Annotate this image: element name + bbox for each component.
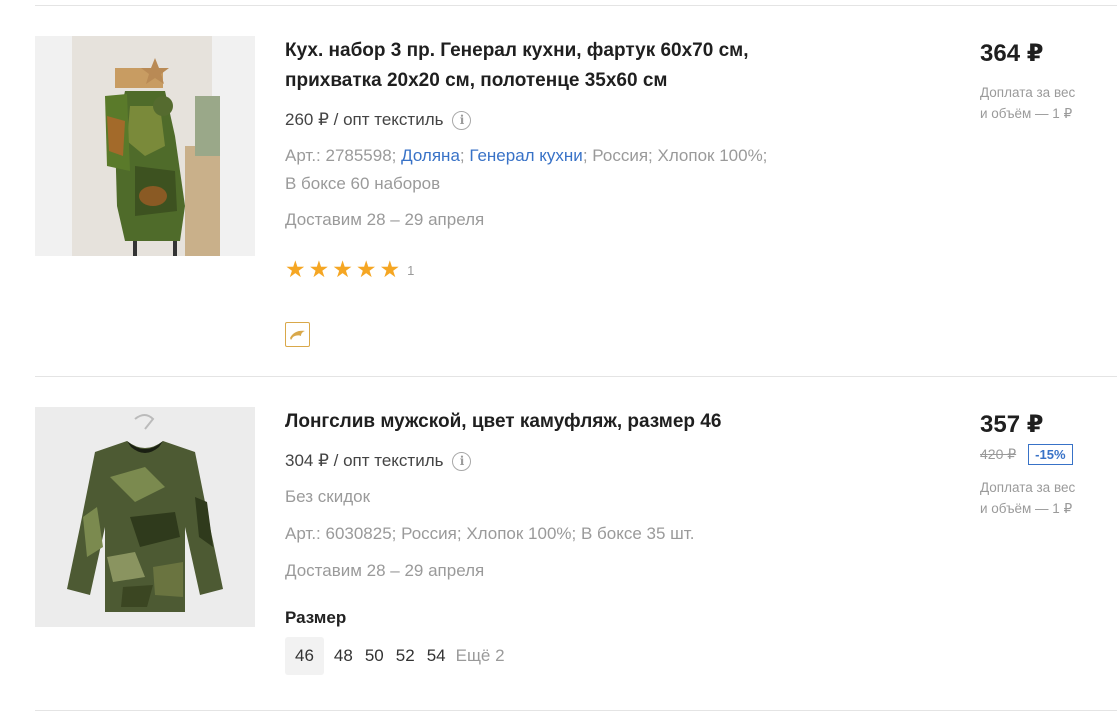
brand-link[interactable]: Доляна [401, 146, 460, 165]
price-column: 357 ₽ 420 ₽ -15% Доплата за вес и объём … [980, 410, 1117, 519]
unit-price: 304 ₽ / опт текстиль i [285, 450, 472, 472]
top-divider [35, 5, 1117, 6]
old-price: 420 ₽ [980, 446, 1017, 462]
size-option[interactable]: 54 [421, 637, 452, 675]
price: 364 ₽ [980, 40, 1044, 67]
bottom-divider [35, 710, 1117, 711]
info-icon[interactable]: i [452, 110, 472, 130]
article-line: Арт.: 6030825; Россия; Хлопок 100%; В бо… [285, 524, 695, 543]
size-selector: 46 48 50 52 54 Ещё 2 [285, 637, 505, 675]
box-quantity: В боксе 60 наборов [285, 174, 441, 193]
separator: ; [582, 146, 588, 165]
product-image[interactable] [35, 36, 255, 256]
size-option[interactable]: 52 [390, 637, 421, 675]
product-divider [35, 376, 1117, 377]
discount-badge: -15% [1028, 444, 1073, 465]
old-price-row: 420 ₽ -15% [980, 444, 1117, 465]
star-icon: ★ [355, 256, 377, 282]
product-card: Кух. набор 3 пр. Генерал кухни, фартук 6… [35, 36, 1117, 356]
info-icon[interactable]: i [452, 451, 472, 471]
size-option[interactable]: 46 [285, 637, 324, 675]
price-column: 364 ₽ Доплата за вес и объём — 1 ₽ [980, 39, 1117, 124]
separator: ; [459, 146, 465, 165]
rating[interactable]: ★ ★ ★ ★ ★ 1 [285, 256, 414, 282]
unit-price-text: 260 ₽ / опт текстиль [285, 110, 444, 129]
price: 357 ₽ [980, 411, 1044, 438]
article-details: Россия; Хлопок 100%; [592, 146, 768, 165]
star-icon: ★ [379, 256, 401, 282]
size-option[interactable]: 48 [328, 637, 359, 675]
size-option[interactable]: 50 [359, 637, 390, 675]
star-icon: ★ [308, 256, 330, 282]
apron-set-image [35, 36, 255, 256]
product-title[interactable]: Кух. набор 3 пр. Генерал кухни, фартук 6… [285, 36, 825, 96]
product-card: Лонгслив мужской, цвет камуфляж, размер … [35, 407, 1117, 697]
delivery-date: Доставим 28 – 29 апреля [285, 561, 485, 580]
article-number: Арт.: 2785598; [285, 146, 397, 165]
unit-price-text: 304 ₽ / опт текстиль [285, 451, 444, 470]
article-line: Арт.: 2785598; Доляна; Генерал кухни; Ро… [285, 145, 767, 167]
weight-fee-line1: Доплата за вес [980, 85, 1076, 100]
unit-price: 260 ₽ / опт текстиль i [285, 109, 472, 131]
size-label: Размер [285, 608, 347, 627]
star-icon: ★ [332, 256, 353, 282]
weight-fee-line1: Доплата за вес [980, 480, 1076, 495]
series-link[interactable]: Генерал кухни [469, 146, 582, 165]
weight-fee-line2: и объём — 1 ₽ [980, 106, 1073, 121]
weight-fee-line2: и объём — 1 ₽ [980, 501, 1073, 516]
product-image[interactable] [35, 407, 255, 627]
dolphin-icon[interactable] [285, 322, 310, 347]
rating-count: 1 [407, 263, 415, 278]
delivery-date: Доставим 28 – 29 апреля [285, 210, 485, 229]
no-discount-label: Без скидок [285, 487, 370, 506]
longsleeve-image [35, 407, 255, 627]
promo-badge-wrap [285, 322, 310, 347]
more-sizes-link[interactable]: Ещё 2 [456, 645, 505, 667]
product-title[interactable]: Лонгслив мужской, цвет камуфляж, размер … [285, 407, 825, 437]
star-icon: ★ [285, 256, 306, 282]
